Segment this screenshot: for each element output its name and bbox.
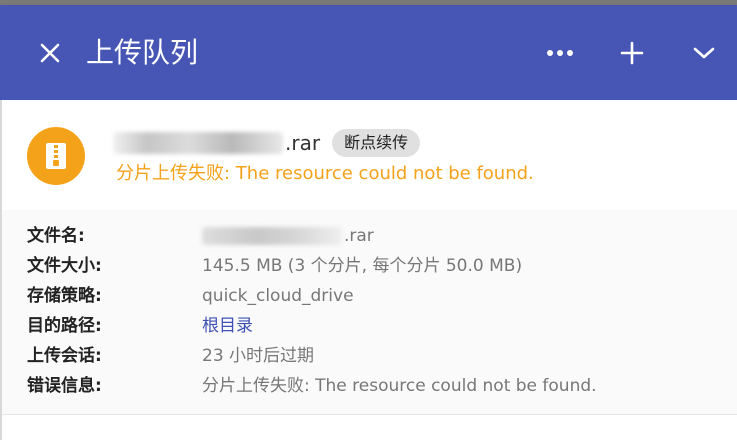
detail-row-error-info: 错误信息: 分片上传失败: The resource could not be … — [27, 372, 597, 400]
redacted-file-name — [113, 132, 283, 154]
detail-label: 文件大小: — [27, 256, 102, 276]
detail-value: 23 小时后过期 — [202, 346, 315, 366]
redacted-file-name — [202, 227, 342, 245]
detail-row-destination: 目的路径: 根目录 — [27, 312, 253, 340]
detail-value-text: .rar — [344, 226, 374, 246]
panel-left-border — [0, 100, 2, 440]
plus-icon — [620, 41, 644, 65]
destination-path-link[interactable]: 根目录 — [202, 312, 253, 340]
divider — [0, 414, 737, 415]
detail-row-file-name: 文件名: .rar — [27, 222, 374, 250]
upload-error-message: 分片上传失败: The resource could not be found. — [116, 163, 534, 184]
detail-value: 145.5 MB (3 个分片, 每个分片 50.0 MB) — [202, 256, 523, 276]
file-name-extension: .rar — [285, 131, 321, 155]
detail-row-upload-session: 上传会话: 23 小时后过期 — [27, 342, 314, 370]
collapse-button[interactable] — [684, 33, 724, 73]
close-button[interactable] — [30, 33, 70, 73]
detail-label: 上传会话: — [27, 346, 102, 366]
upload-details-panel: 文件名: .rar 文件大小: 145.5 MB (3 个分片, 每个分片 50… — [0, 210, 737, 414]
resume-upload-chip[interactable]: 断点续传 — [332, 129, 421, 157]
detail-value: .rar — [202, 222, 374, 250]
file-name-row: .rar 断点续传 — [113, 126, 421, 160]
detail-row-storage-policy: 存储策略: quick_cloud_drive — [27, 282, 354, 310]
page-title: 上传队列 — [86, 36, 199, 69]
detail-label: 存储策略: — [27, 286, 102, 306]
file-type-badge — [27, 127, 85, 185]
detail-label: 目的路径: — [27, 316, 102, 336]
zip-archive-icon — [46, 143, 66, 169]
detail-row-file-size: 文件大小: 145.5 MB (3 个分片, 每个分片 50.0 MB) — [27, 252, 522, 280]
more-options-button[interactable] — [540, 33, 580, 73]
detail-label: 错误信息: — [27, 376, 102, 396]
chevron-down-icon — [693, 47, 715, 59]
add-upload-button[interactable] — [612, 33, 652, 73]
detail-value: 分片上传失败: The resource could not be found. — [202, 376, 597, 396]
close-icon — [40, 43, 60, 63]
detail-value: quick_cloud_drive — [202, 286, 354, 306]
upload-queue-header: 上传队列 — [0, 5, 737, 100]
detail-label: 文件名: — [27, 226, 85, 246]
more-horizontal-icon — [547, 50, 573, 56]
upload-task-item[interactable]: .rar 断点续传 分片上传失败: The resource could not… — [0, 100, 737, 210]
